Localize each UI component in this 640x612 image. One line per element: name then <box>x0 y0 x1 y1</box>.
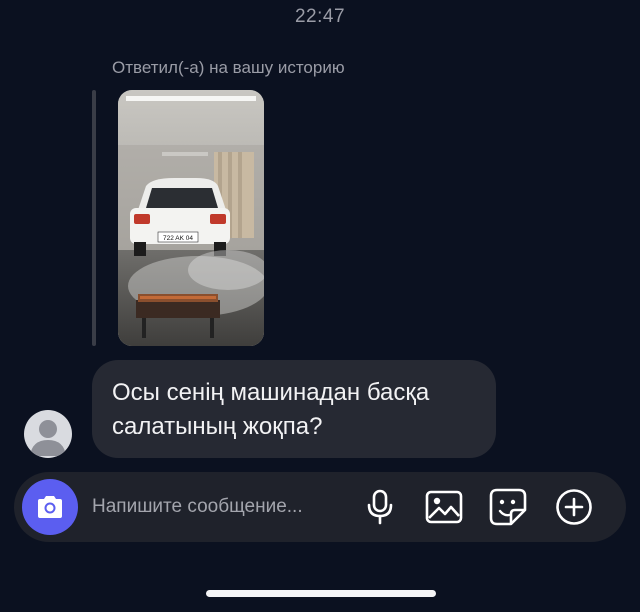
plus-circle-icon <box>556 489 592 525</box>
story-thumbnail[interactable]: 722 AK 04 <box>118 90 264 346</box>
add-button[interactable] <box>554 487 594 527</box>
story-reply-label: Ответил(-а) на вашу историю <box>112 58 345 77</box>
message-input[interactable] <box>92 472 354 542</box>
message-composer <box>14 472 626 542</box>
image-icon <box>425 490 463 524</box>
sticker-icon <box>489 488 527 526</box>
sticker-button[interactable] <box>488 487 528 527</box>
home-indicator[interactable] <box>206 590 436 597</box>
microphone-button[interactable] <box>360 487 400 527</box>
microphone-icon <box>367 489 393 525</box>
sender-avatar[interactable] <box>24 410 72 458</box>
license-plate-text: 722 AK 04 <box>163 235 193 242</box>
message-timestamp: 22:47 <box>294 6 346 27</box>
camera-button[interactable] <box>22 479 78 535</box>
message-bubble[interactable]: Осы сенің машинадан басқа салатының жоқп… <box>92 360 496 458</box>
default-avatar-icon <box>30 420 66 456</box>
message-text: Осы сенің машинадан басқа салатының жоқп… <box>112 379 430 440</box>
reply-indicator-bar <box>92 90 96 346</box>
camera-icon <box>38 496 62 518</box>
gallery-button[interactable] <box>424 487 464 527</box>
